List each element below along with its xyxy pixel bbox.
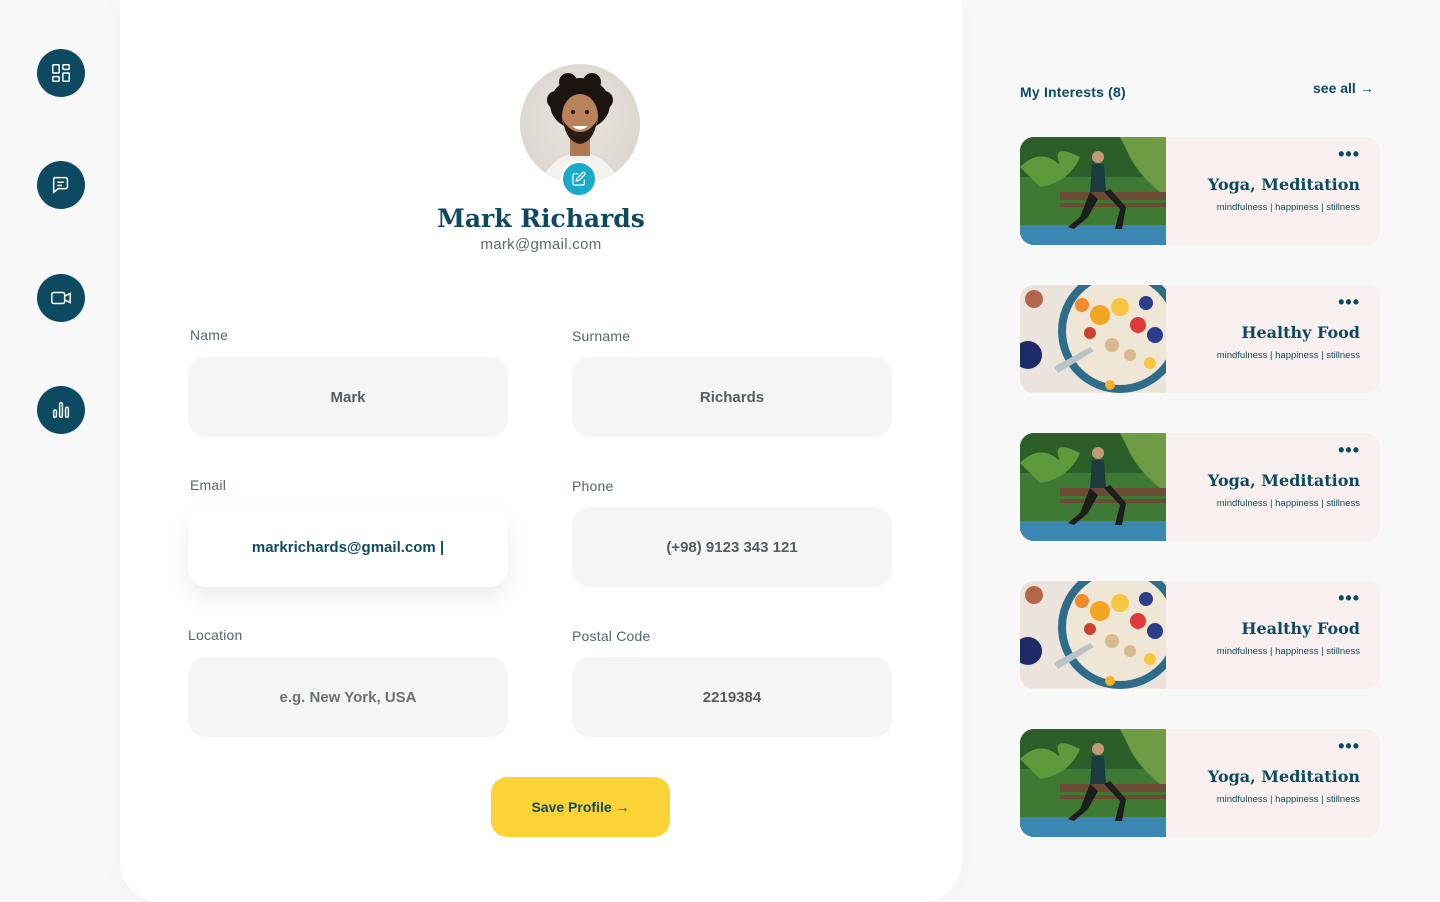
interest-tags: mindfulness | happiness | stillness [1216,794,1360,805]
avatar-container [520,64,640,197]
interest-card[interactable]: ••• Yoga, Meditation mindfulness | happi… [1020,729,1380,837]
interest-image [1020,285,1166,393]
chat-icon [52,176,69,194]
interest-title: Yoga, Meditation [1207,175,1360,194]
interest-card-body: ••• Healthy Food mindfulness | happiness… [1166,581,1380,689]
profile-email: mark@gmail.com [480,236,602,253]
interest-image [1020,137,1166,245]
video-icon [51,291,71,305]
interests-title: My Interests (8) [1020,84,1126,100]
interest-title: Healthy Food [1241,619,1360,638]
name-input[interactable]: Mark [188,357,508,437]
more-options-icon[interactable]: ••• [1338,441,1360,459]
interests-panel: My Interests (8) see all → ••• Yoga, Med… [962,0,1440,902]
interest-tags: mindfulness | happiness | stillness [1216,498,1360,509]
save-profile-button[interactable]: Save Profile → [491,777,670,837]
yoga-image [1020,729,1166,837]
surname-input[interactable]: Richards [572,357,892,437]
name-label: Name [190,327,229,343]
interest-card-body: ••• Yoga, Meditation mindfulness | happi… [1166,433,1380,541]
profile-name: Mark Richards [437,204,645,233]
interest-image [1020,729,1166,837]
interest-card[interactable]: ••• Yoga, Meditation mindfulness | happi… [1020,137,1380,245]
email-input[interactable]: markrichards@gmail.com | [188,507,508,587]
dashboard-icon [52,64,70,82]
video-nav-button[interactable] [37,274,85,322]
interest-card[interactable]: ••• Yoga, Meditation mindfulness | happi… [1020,433,1380,541]
dashboard-nav-button[interactable] [37,49,85,97]
edit-avatar-button[interactable] [561,161,597,197]
yoga-image [1020,137,1166,245]
interest-title: Yoga, Meditation [1207,767,1360,786]
postal-code-input[interactable]: 2219384 [572,657,892,737]
see-all-link[interactable]: see all → [1313,80,1374,96]
side-nav [0,0,120,902]
edit-icon [572,171,586,186]
stats-nav-button[interactable] [37,386,85,434]
food-bowl-image [1020,581,1166,689]
profile-panel: Mark Richards mark@gmail.com Name Mark S… [120,0,962,902]
interest-title: Yoga, Meditation [1207,471,1360,490]
interest-card[interactable]: ••• Healthy Food mindfulness | happiness… [1020,581,1380,689]
interest-tags: mindfulness | happiness | stillness [1216,350,1360,361]
interest-card-body: ••• Yoga, Meditation mindfulness | happi… [1166,729,1380,837]
email-label: Email [190,477,227,493]
interest-tags: mindfulness | happiness | stillness [1216,646,1360,657]
interest-card-body: ••• Healthy Food mindfulness | happiness… [1166,285,1380,393]
chat-nav-button[interactable] [37,161,85,209]
yoga-image [1020,433,1166,541]
more-options-icon[interactable]: ••• [1338,737,1360,755]
interest-image [1020,433,1166,541]
location-input[interactable]: e.g. New York, USA [188,657,508,737]
interest-card[interactable]: ••• Healthy Food mindfulness | happiness… [1020,285,1380,393]
phone-input[interactable]: (+98) 9123 343 121 [572,507,892,587]
food-bowl-image [1020,285,1166,393]
postal-code-label: Postal Code [572,628,651,644]
interest-title: Healthy Food [1241,323,1360,342]
interest-image [1020,581,1166,689]
location-label: Location [188,627,243,643]
stats-icon [52,401,70,419]
more-options-icon[interactable]: ••• [1338,145,1360,163]
interest-card-body: ••• Yoga, Meditation mindfulness | happi… [1166,137,1380,245]
phone-label: Phone [572,478,614,494]
more-options-icon[interactable]: ••• [1338,293,1360,311]
surname-label: Surname [572,328,631,344]
interest-tags: mindfulness | happiness | stillness [1216,202,1360,213]
more-options-icon[interactable]: ••• [1338,589,1360,607]
